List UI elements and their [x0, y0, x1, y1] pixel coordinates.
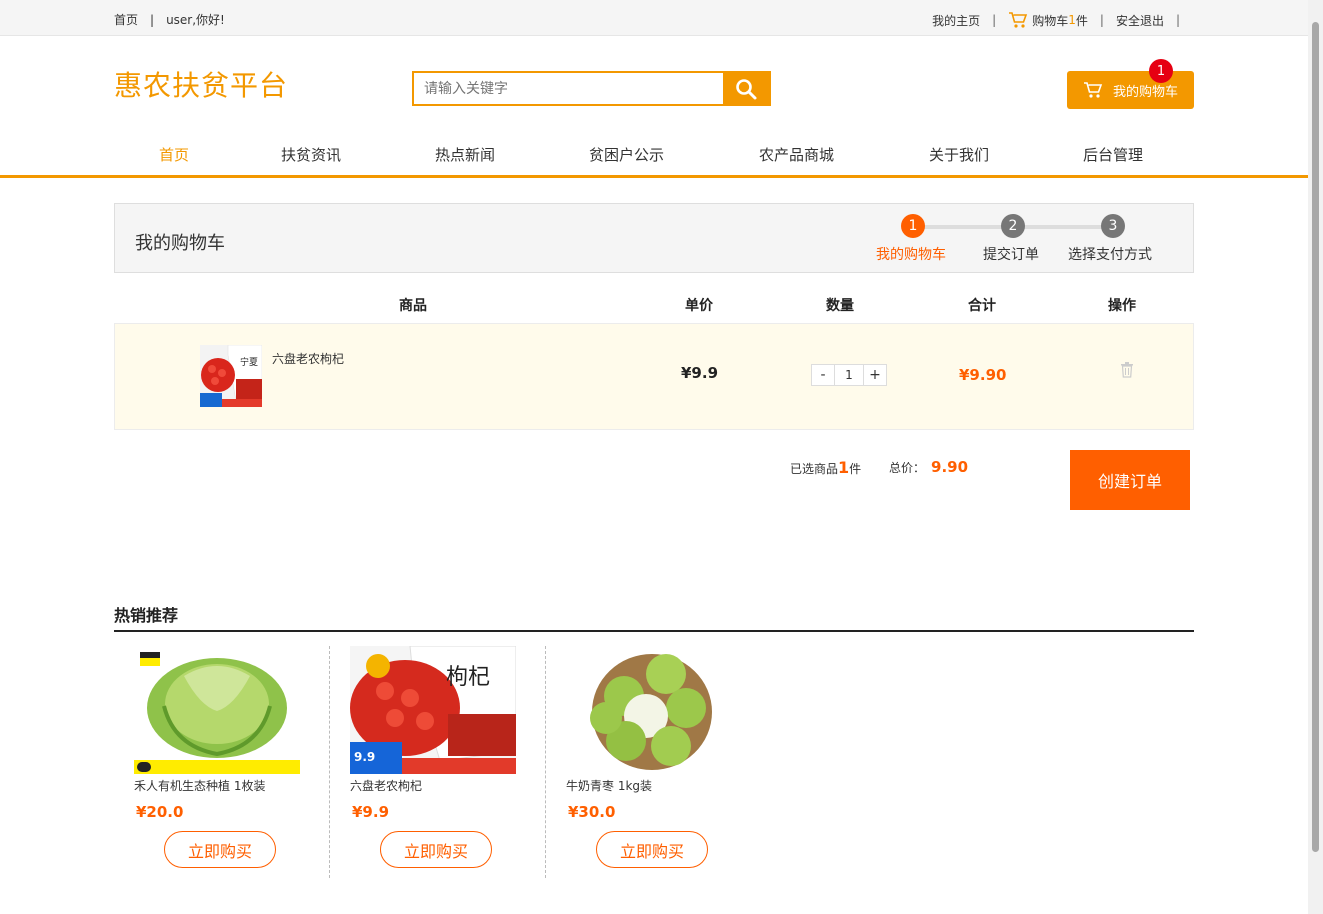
hot-section-title: 热销推荐	[114, 606, 179, 625]
buy-now-button[interactable]: 立即购买	[596, 831, 708, 868]
top-cart-link[interactable]: 购物车 1 件	[1008, 11, 1088, 29]
top-separator: |	[1099, 13, 1104, 27]
product-card: 牛奶青枣 1kg装 ¥30.0 立即购买	[546, 646, 762, 878]
quantity-increase-button[interactable]: +	[864, 365, 886, 385]
quantity-decrease-button[interactable]: -	[812, 365, 834, 385]
step-3-circle: 3	[1101, 214, 1125, 238]
top-bar: 首页 | user,你好! 我的主页 | 购物车 1 件 | 安全退出 |	[0, 0, 1308, 36]
top-bar-left: 首页 | user,你好!	[114, 11, 225, 28]
top-cart-count: 1	[1068, 13, 1076, 27]
product-price: ¥9.9	[352, 803, 390, 821]
checkout-steps: 1 2 3 我的购物车 提交订单 选择支付方式	[875, 214, 1175, 264]
my-cart-label: 我的购物车	[1112, 84, 1178, 100]
step-2-circle: 2	[1001, 214, 1025, 238]
main-nav: 首页 扶贫资讯 热点新闻 贫困户公示 农产品商城 关于我们 后台管理	[0, 130, 1308, 178]
cart-item-price: ¥9.9	[681, 364, 719, 382]
search-icon	[736, 78, 757, 99]
column-header-unit-price: 单价	[685, 298, 713, 314]
selected-prefix: 已选商品	[790, 462, 839, 476]
quantity-value[interactable]: 1	[834, 365, 864, 385]
column-header-quantity: 数量	[826, 298, 854, 314]
create-order-button[interactable]: 创建订单	[1070, 450, 1190, 510]
cart-icon	[1009, 12, 1028, 28]
svg-text:9.9: 9.9	[354, 750, 375, 764]
cart-header: 我的购物车 1 2 3 我的购物车 提交订单 选择支付方式	[114, 203, 1194, 273]
product-image-goji[interactable]: 枸杞 9.9	[350, 646, 516, 774]
product-card: 禾人有机生态种植 1枚装 ¥20.0 立即购买	[114, 646, 330, 878]
top-separator: |	[1175, 13, 1180, 27]
my-cart-button[interactable]: 我的购物车 1	[1067, 59, 1194, 109]
product-card: 枸杞 9.9 六盘老农枸杞 ¥9.9 立即购买	[330, 646, 546, 878]
top-separator: |	[992, 13, 997, 27]
cart-icon	[1083, 82, 1103, 98]
nav-item-mall[interactable]: 农产品商城	[759, 144, 834, 165]
step-2-label: 提交订单	[983, 247, 1039, 263]
product-price: ¥30.0	[568, 803, 616, 821]
svg-text:宁夏: 宁夏	[240, 356, 258, 368]
product-name[interactable]: 禾人有机生态种植 1枚装	[134, 777, 265, 794]
column-header-subtotal: 合计	[968, 298, 996, 314]
column-header-action: 操作	[1108, 298, 1136, 314]
search-bar	[412, 71, 771, 106]
selected-count: 1	[838, 458, 850, 477]
search-button[interactable]	[723, 73, 769, 104]
nav-item-home[interactable]: 首页	[159, 144, 189, 165]
delete-trash-icon[interactable]	[1120, 362, 1134, 378]
buy-now-button[interactable]: 立即购买	[380, 831, 492, 868]
logout-link[interactable]: 安全退出	[1116, 12, 1164, 29]
buy-now-button[interactable]: 立即购买	[164, 831, 276, 868]
cart-count-badge: 1	[1149, 59, 1173, 83]
quantity-stepper: - 1 +	[811, 364, 887, 386]
nav-item-hot-news[interactable]: 热点新闻	[435, 144, 495, 165]
nav-item-poor-households[interactable]: 贫困户公示	[589, 144, 664, 165]
product-name[interactable]: 六盘老农枸杞	[350, 777, 422, 794]
top-cart-label: 购物车	[1032, 13, 1069, 28]
step-1-circle: 1	[901, 214, 925, 238]
cart-item-row: 宁夏 六盘老农枸杞 ¥9.9 - 1 + ¥9.90	[114, 323, 1194, 430]
cart-item-subtotal: ¥9.90	[959, 366, 1007, 384]
step-connector	[1013, 225, 1113, 229]
top-bar-right: 我的主页 | 购物车 1 件 | 安全退出 |	[932, 11, 1192, 29]
step-connector	[913, 225, 1013, 229]
svg-text:枸杞: 枸杞	[446, 665, 490, 690]
scrollbar-thumb[interactable]	[1312, 22, 1319, 852]
nav-item-poverty-news[interactable]: 扶贫资讯	[281, 144, 341, 165]
product-name[interactable]: 牛奶青枣 1kg装	[566, 777, 652, 794]
page-scrollbar[interactable]	[1308, 0, 1323, 914]
product-image-jujube[interactable]	[566, 646, 732, 774]
selected-suffix: 件	[849, 462, 862, 476]
hot-section-divider	[114, 630, 1194, 632]
top-home-link[interactable]: 首页	[114, 11, 138, 28]
total-summary: 总价： 9.90	[889, 458, 968, 476]
top-cart-suffix: 件	[1075, 13, 1088, 28]
step-3-label: 选择支付方式	[1068, 247, 1152, 263]
product-thumbnail[interactable]: 宁夏	[200, 345, 262, 407]
total-value: 9.90	[931, 458, 969, 476]
total-label: 总价：	[889, 461, 926, 475]
cart-item-name[interactable]: 六盘老农枸杞	[272, 350, 344, 367]
nav-item-about[interactable]: 关于我们	[929, 144, 989, 165]
selected-count-summary: 已选商品 1 件	[790, 458, 861, 477]
product-image-cabbage[interactable]	[134, 646, 300, 774]
my-home-link[interactable]: 我的主页	[932, 12, 980, 29]
user-greeting: user,你好!	[166, 13, 225, 27]
search-input[interactable]	[414, 73, 723, 104]
nav-item-admin[interactable]: 后台管理	[1083, 144, 1143, 165]
product-price: ¥20.0	[136, 803, 184, 821]
column-header-product: 商品	[399, 298, 427, 314]
step-1-label: 我的购物车	[876, 247, 946, 263]
top-separator: |	[150, 12, 155, 27]
site-logo[interactable]: 惠农扶贫平台	[114, 64, 288, 104]
cart-title: 我的购物车	[135, 233, 225, 254]
